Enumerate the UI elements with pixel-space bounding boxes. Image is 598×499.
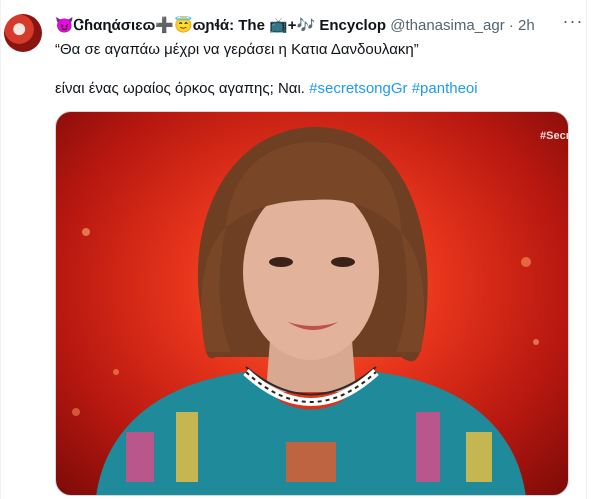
author-handle[interactable]: @thanasima_agr [390,17,504,34]
timeline-right-border [586,0,587,499]
timeline-left-border [0,0,1,499]
tweet-media-image[interactable]: #Secr [55,111,569,496]
more-options-icon[interactable]: ··· [562,12,584,36]
hashtag-pantheoi[interactable]: #pantheoi [412,80,478,97]
author-name[interactable]: 😈Ꮳɦαɳάσιɛɷ➕😇ɷɲɬά: The 📺+🎶 Encyclop [55,17,386,34]
header-separator: · [508,17,514,34]
tweet-body: είναι ένας ωραίος όρκος αγαπης; Ναι. #se… [55,79,478,99]
tweet-timestamp[interactable]: 2h [518,17,535,34]
hashtag-secretsonggr[interactable]: #secretsongGr [309,80,407,97]
tweet-quote-text: “Θα σε αγαπάω μέχρι να γεράσει η Κατια Δ… [55,41,419,58]
tweet-body-text: είναι ένας ωραίος όρκος αγαπης; Ναι. [55,80,305,97]
media-watermark: #Secr [540,130,569,142]
media-photo-illustration [72,126,539,495]
tweet-header: 😈Ꮳɦαɳάσιɛɷ➕😇ɷɲɬά: The 📺+🎶 Encyclop @than… [55,16,575,36]
user-avatar[interactable] [4,14,42,52]
